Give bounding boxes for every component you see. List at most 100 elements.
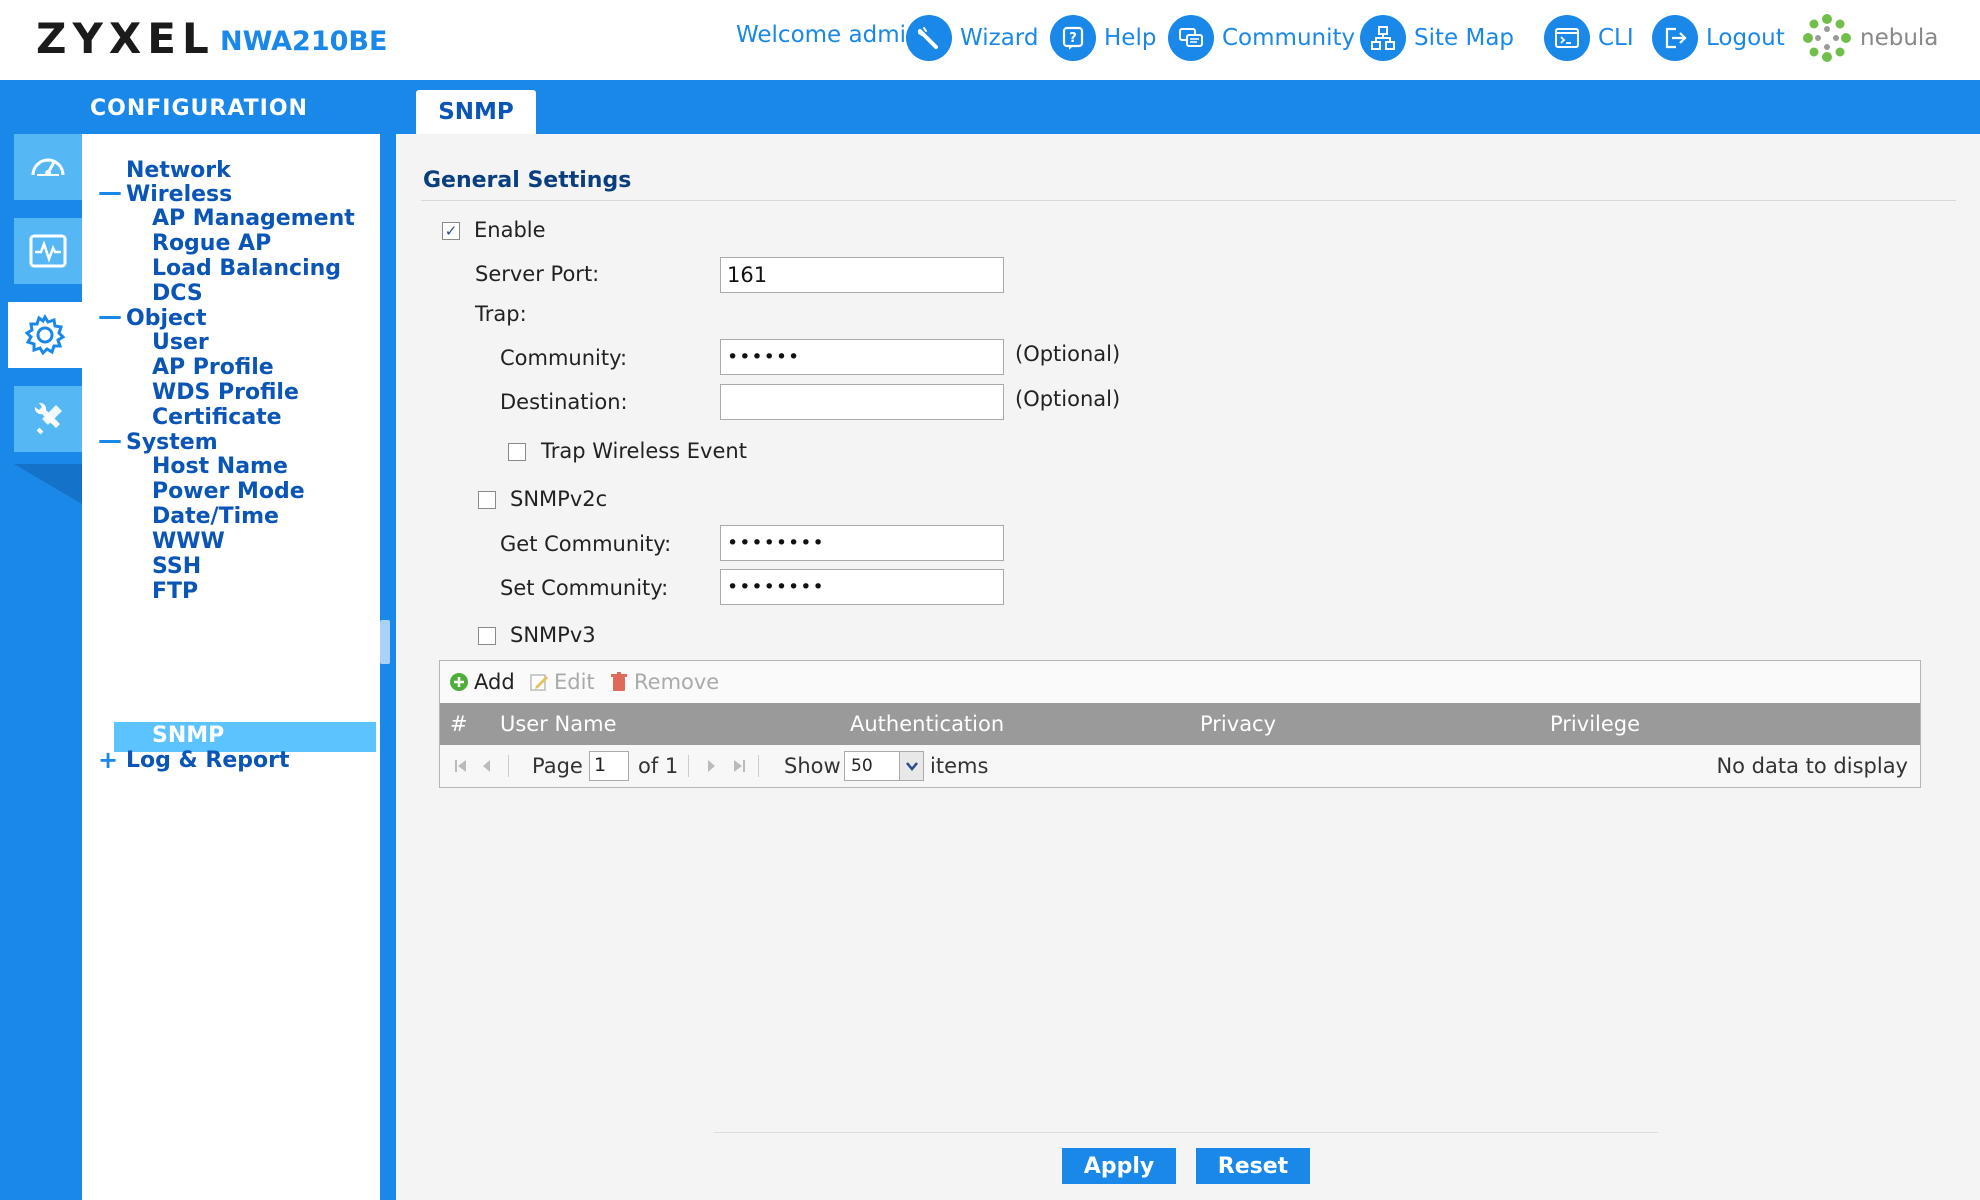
table-header: # User Name Authentication Privacy Privi… [440,703,1920,745]
tree-item-wireless[interactable]: Wireless [126,182,232,207]
edit-button[interactable]: Edit [528,668,595,696]
tree-item-snmp[interactable]: SNMP [152,723,224,748]
table-toolbar: Add Edit Remove [440,661,1920,703]
destination-input[interactable] [720,384,1004,420]
tree-splitter[interactable] [380,134,396,1200]
tree-item-ap-profile[interactable]: AP Profile [152,355,274,380]
edit-label: Edit [554,670,595,694]
collapse-object-toggle[interactable]: — [98,302,122,330]
tree-item-power-mode[interactable]: Power Mode [152,479,305,504]
get-community-input[interactable]: •••••••• [720,525,1004,561]
last-page-icon[interactable] [730,757,748,775]
site-map-icon [1360,15,1406,61]
tree-item-date-time[interactable]: Date/Time [152,504,279,529]
general-settings-title: General Settings [423,168,632,193]
rail-configuration[interactable] [8,302,82,368]
dashboard-icon [31,158,65,176]
show-label: Show [784,754,841,778]
rail-corner [14,464,82,504]
page-size-select[interactable]: 50 [844,751,924,781]
logout-icon [1652,15,1698,61]
icon-rail [0,134,82,1200]
wizard-link[interactable]: Wizard [906,12,1038,64]
trap-wireless-event-checkbox[interactable] [508,443,526,461]
tree-item-log-report[interactable]: Log & Report [126,748,289,773]
items-label: items [930,754,989,778]
collapse-wireless-toggle[interactable]: — [98,178,122,206]
next-page-icon[interactable] [702,757,720,775]
enable-label: Enable [474,218,546,242]
community-input[interactable]: •••••• [720,339,1004,375]
enable-checkbox[interactable]: ✓ [442,222,460,240]
tree-item-load-balancing[interactable]: Load Balancing [152,256,341,281]
tree-item-system[interactable]: System [126,430,218,455]
collapse-system-toggle[interactable]: — [98,426,122,454]
site-map-link[interactable]: Site Map [1360,12,1514,64]
tree-item-network[interactable]: Network [126,158,231,183]
tree-item-ap-management[interactable]: AP Management [152,206,355,231]
rail-dashboard[interactable] [14,134,82,200]
device-model: NWA210BE [220,26,388,57]
column-header-index[interactable]: # [450,712,468,736]
previous-page-icon[interactable] [478,757,496,775]
column-header-privilege[interactable]: Privilege [1550,712,1640,736]
snmpv3-checkbox[interactable] [478,627,496,645]
remove-label: Remove [634,670,720,694]
column-header-user-name[interactable]: User Name [500,712,617,736]
rail-monitor[interactable] [14,218,82,284]
apply-button[interactable]: Apply [1062,1148,1176,1184]
tree-item-user[interactable]: User [152,330,209,355]
community-link[interactable]: Community [1168,12,1355,64]
cli-label: CLI [1598,25,1634,51]
cli-icon [1544,15,1590,61]
nebula-label: nebula [1860,25,1939,51]
tree-item-ftp[interactable]: FTP [152,579,198,604]
destination-optional-hint: (Optional) [1015,387,1121,411]
page-count-label: of 1 [638,754,679,778]
set-community-input[interactable]: •••••••• [720,569,1004,605]
rail-maintenance[interactable] [14,386,82,452]
help-icon: ? [1050,15,1096,61]
tree-item-ssh[interactable]: SSH [152,554,201,579]
tree-item-object[interactable]: Object [126,306,206,331]
expand-log-report-toggle[interactable]: + [98,746,118,774]
navigation-tree: Network — Wireless AP Management Rogue A… [82,134,380,1200]
tree-item-rogue-ap[interactable]: Rogue AP [152,231,271,256]
destination-label: Destination: [500,390,628,414]
tree-item-wds-profile[interactable]: WDS Profile [152,380,299,405]
community-icon [1168,15,1214,61]
logout-link[interactable]: Logout [1652,12,1785,64]
tree-item-www[interactable]: WWW [152,529,225,554]
page-number-input[interactable]: 1 [589,751,629,781]
column-header-privacy[interactable]: Privacy [1200,712,1276,736]
edit-icon [530,674,548,691]
get-community-label: Get Community: [500,532,672,556]
maintenance-icon [34,402,62,435]
page-label: Page [532,754,583,778]
tab-snmp[interactable]: SNMP [416,90,536,134]
nebula-link[interactable]: nebula [1800,10,1938,66]
tree-item-host-name[interactable]: Host Name [152,454,288,479]
column-header-authentication[interactable]: Authentication [850,712,1004,736]
tree-item-certificate[interactable]: Certificate [152,405,282,430]
svg-text:?: ? [1069,31,1077,46]
add-label: Add [474,670,515,694]
empty-table-message: No data to display [1716,754,1908,778]
splitter-grip[interactable] [380,620,390,664]
add-icon [450,673,468,691]
first-page-icon[interactable] [452,757,470,775]
add-button[interactable]: Add [448,668,515,696]
snmpv2c-checkbox[interactable] [478,491,496,509]
top-header: ZYXEL NWA210BE Welcome admin Wizard ? He… [0,0,1980,80]
cli-link[interactable]: CLI [1544,12,1634,64]
reset-button[interactable]: Reset [1196,1148,1310,1184]
community-label: Community [1222,25,1356,51]
remove-button[interactable]: Remove [608,668,719,696]
snmpv2c-label: SNMPv2c [510,487,608,511]
help-link[interactable]: ? Help [1050,12,1156,64]
pager-separator [688,755,689,777]
set-community-label: Set Community: [500,576,669,600]
server-port-input[interactable]: 161 [720,257,1004,293]
tree-item-dcs[interactable]: DCS [152,281,203,306]
nebula-icon [1803,14,1851,62]
